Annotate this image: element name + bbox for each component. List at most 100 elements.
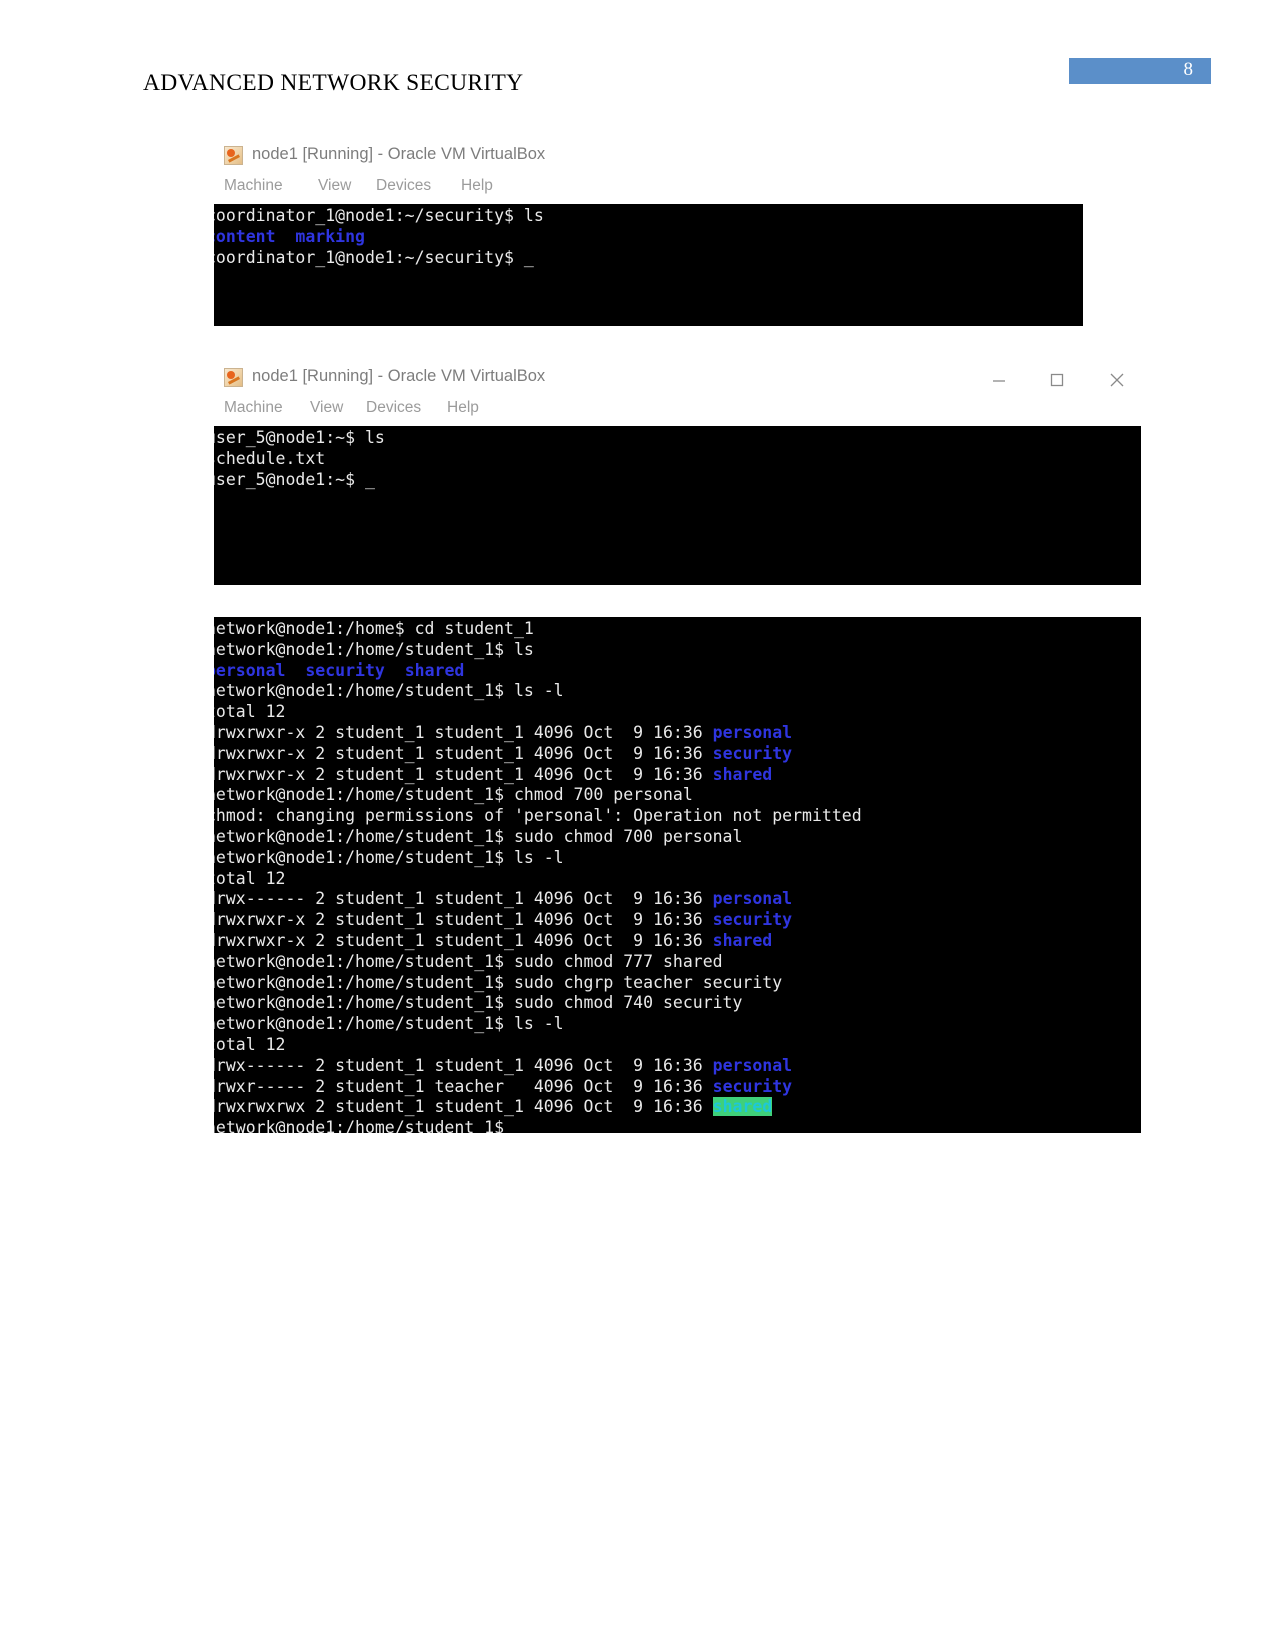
page-number: 8 [1183,59,1194,80]
terminal-text: drwx------ 2 student_1 student_1 4096 Oc… [214,1055,713,1075]
terminal-line: total 12 [214,869,1141,890]
directory-name: security [712,910,793,930]
menu-devices[interactable]: Devices [376,177,431,195]
terminal-text: total 12 [214,702,286,722]
terminal-text: drwxrwxr-x 2 student_1 student_1 4096 Oc… [214,930,713,950]
terminal-text: network@node1:/home/student_1$ sudo chmo… [214,993,743,1013]
terminal-line: network@node1:/home/student_1$ ls -l [214,681,1141,702]
terminal-text: user_5@node1:~$ ls [214,428,385,447]
terminal-line: network@node1:/home/student_1$ sudo chgr… [214,973,1141,994]
directory-name: security [712,743,793,763]
menu-help[interactable]: Help [447,399,479,417]
terminal-text: network@node1:/home/student_1$ ls -l [214,681,564,701]
terminal-cursor: _ [364,469,375,489]
terminal-text: total 12 [214,868,286,888]
terminal-text: network@node1:/home$ cd student_1 [214,619,534,638]
terminal-text: drwxrwxr-x 2 student_1 student_1 4096 Oc… [214,764,713,784]
virtualbox-icon [224,146,243,165]
directory-name: personal [712,1055,793,1075]
window-titlebar: node1 [Running] - Oracle VM VirtualBox [214,362,1141,396]
terminal-text: network@node1:/home/student_1$ sudo chgr… [214,972,783,992]
terminal-cursor: _ [523,247,534,267]
terminal-output: user_5@node1:~$ ls schedule.txt user_5@nod… [214,426,1141,490]
terminal-line: drwxrwxr-x 2 student_1 student_1 4096 Oc… [214,910,1141,931]
terminal-text: network@node1:/home/student_1$ [214,1118,514,1133]
window-titlebar: node1 [Running] - Oracle VM VirtualBox [214,140,1083,174]
terminal-text: network@node1:/home/student_1$ chmod 700… [214,785,693,805]
terminal-line: network@node1:/home/student_1$ sudo chmo… [214,952,1141,973]
terminal-text: drwxr----- 2 student_1 teacher 4096 Oct … [214,1076,713,1096]
directory-name: shared [712,930,773,950]
terminal-screen-3[interactable]: network@node1:/home$ cd student_1 network… [214,617,1141,1133]
directory-name: content [214,226,276,246]
terminal-text: drwxrwxrwx 2 student_1 student_1 4096 Oc… [214,1097,713,1117]
virtualbox-window-1[interactable]: node1 [Running] - Oracle VM VirtualBox M… [214,140,1083,326]
minimize-icon[interactable] [986,368,1012,390]
terminal-line: content marking [214,227,1083,248]
terminal-line: user_5@node1:~$ _ [214,470,1141,491]
terminal-text: drwxrwxr-x 2 student_1 student_1 4096 Oc… [214,910,713,930]
terminal-text: coordinator_1@node1:~/security$ ls [214,206,544,225]
terminal-screen-1[interactable]: coordinator_1@node1:~/security$ lsconten… [214,204,1083,326]
menu-view[interactable]: View [310,399,343,417]
terminal-text: user_5@node1:~$ [214,469,365,489]
virtualbox-window-2[interactable]: node1 [Running] - Oracle VM VirtualBox M… [214,362,1141,585]
terminal-text: network@node1:/home/student_1$ ls [214,639,534,659]
terminal-line: coordinator_1@node1:~/security$ ls [214,206,1083,227]
terminal-line: drwxrwxr-x 2 student_1 student_1 4096 Oc… [214,723,1141,744]
page-title: ADVANCED NETWORK SECURITY [143,70,524,96]
window-menubar: Machine View Devices Help [214,174,1083,204]
close-icon[interactable] [1104,368,1130,390]
terminal-text: drwx------ 2 student_1 student_1 4096 Oc… [214,889,713,909]
terminal-text: chmod: changing permissions of 'personal… [214,806,862,826]
directory-name: marking [295,226,365,246]
terminal-text: coordinator_1@node1:~/security$ [214,247,524,267]
terminal-text: network@node1:/home/student_1$ ls -l [214,847,564,867]
terminal-text: network@node1:/home/student_1$ sudo chmo… [214,951,723,971]
terminal-line: chmod: changing permissions of 'personal… [214,806,1141,827]
virtualbox-icon [224,368,243,387]
terminal-line: network@node1:/home/student_1$ ls [214,640,1141,661]
terminal-text: total 12 [214,1034,286,1054]
window-title: node1 [Running] - Oracle VM VirtualBox [252,145,546,163]
page-number-badge: 8 [1069,58,1211,84]
terminal-line: network@node1:/home/student_1$ sudo chmo… [214,993,1141,1014]
terminal-line: drwx------ 2 student_1 student_1 4096 Oc… [214,889,1141,910]
directory-name: shared [712,764,773,784]
terminal-screen-2[interactable]: user_5@node1:~$ ls schedule.txt user_5@nod… [214,426,1141,585]
terminal-line: drwxr----- 2 student_1 teacher 4096 Oct … [214,1077,1141,1098]
terminal-line: coordinator_1@node1:~/security$ _ [214,248,1083,269]
terminal-line: drwxrwxr-x 2 student_1 student_1 4096 Oc… [214,765,1141,786]
menu-help[interactable]: Help [461,177,493,195]
terminal-line: total 12 [214,702,1141,723]
terminal-text: drwxrwxr-x 2 student_1 student_1 4096 Oc… [214,722,713,742]
menu-view[interactable]: View [318,177,351,195]
terminal-line: network@node1:/home$ cd student_1 [214,619,1141,640]
directory-name: personal [712,722,793,742]
directory-name: security [712,1076,793,1096]
menu-machine[interactable]: Machine [224,177,283,195]
menu-devices[interactable]: Devices [366,399,421,417]
directory-name: personal [712,889,793,909]
terminal-line: schedule.txt [214,449,1141,470]
menu-machine[interactable]: Machine [224,399,283,417]
terminal-text: network@node1:/home/student_1$ ls -l [214,1014,564,1034]
document-header: ADVANCED NETWORK SECURITY 8 [0,58,1275,104]
terminal-line: network@node1:/home/student_1$ _ [214,1118,1141,1133]
directory-name: personal [214,660,286,680]
directory-name: security [305,660,385,680]
window-menubar: Machine View Devices Help [214,396,1141,426]
terminal-line: network@node1:/home/student_1$ ls -l [214,848,1141,869]
terminal-line: drwxrwxrwx 2 student_1 student_1 4096 Oc… [214,1097,1141,1118]
terminal-line: network@node1:/home/student_1$ sudo chmo… [214,827,1141,848]
terminal-text: drwxrwxr-x 2 student_1 student_1 4096 Oc… [214,743,713,763]
terminal-output: network@node1:/home$ cd student_1 network… [214,617,1141,1133]
maximize-icon[interactable] [1044,368,1070,390]
terminal-line: total 12 [214,1035,1141,1056]
directory-name: shared [404,660,465,680]
virtualbox-window-3[interactable]: network@node1:/home$ cd student_1 network… [214,617,1141,1133]
terminal-text: network@node1:/home/student_1$ sudo chmo… [214,826,743,846]
terminal-line: drwx------ 2 student_1 student_1 4096 Oc… [214,1056,1141,1077]
